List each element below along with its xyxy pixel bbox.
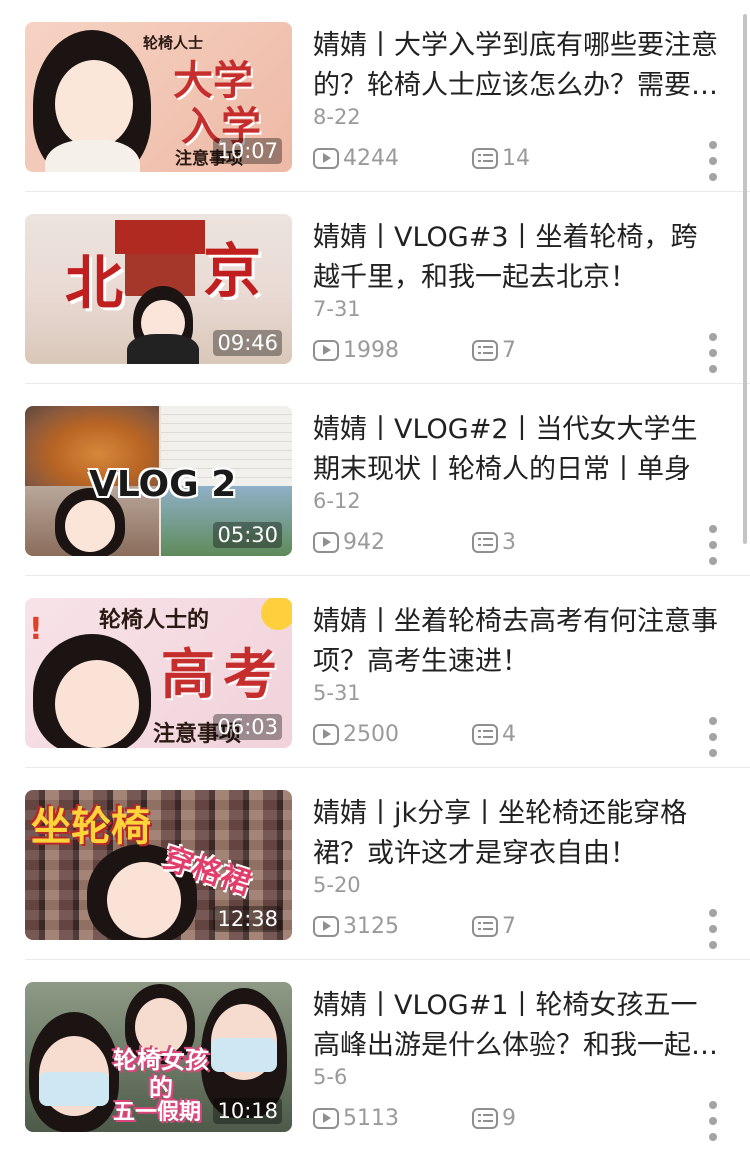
video-duration: 12:38 <box>213 906 282 932</box>
video-date: 6-12 <box>313 489 361 513</box>
video-thumbnail[interactable]: 北 京 09:46 <box>25 214 292 364</box>
play-count: 1998 <box>313 336 399 364</box>
comment-count-value: 7 <box>502 337 516 363</box>
video-title[interactable]: 婧婧丨坐着轮椅去高考有何注意事项？高考生速进！ <box>313 602 723 682</box>
comment-count-value: 9 <box>502 1105 516 1131</box>
video-item[interactable]: ! 轮椅人士的 高 考 注意事项 06:03 婧婧丨坐着轮椅去高考有何注意事项？… <box>0 576 750 768</box>
video-date: 7-31 <box>313 297 361 321</box>
video-date: 5-20 <box>313 873 361 897</box>
video-duration: 05:30 <box>213 522 282 548</box>
video-thumbnail[interactable]: VLOG 2 05:30 <box>25 406 292 556</box>
play-count-icon <box>313 1107 339 1129</box>
thumb-text: VLOG 2 <box>89 464 237 505</box>
play-count-value: 4244 <box>343 145 399 171</box>
video-item[interactable]: VLOG 2 05:30 婧婧丨VLOG#2丨当代女大学生期末现状丨轮椅人的日常… <box>0 384 750 576</box>
video-thumbnail[interactable]: 轮椅人士 大学 入学 注意事项 10:07 <box>25 22 292 172</box>
comment-count: 7 <box>472 912 516 940</box>
thumb-text: 坐轮椅 <box>31 804 151 850</box>
play-count: 2500 <box>313 720 399 748</box>
video-title[interactable]: 婧婧丨VLOG#1丨轮椅女孩五一高峰出游是什么体验？和我一起去玩吧 <box>313 986 723 1066</box>
comment-count: 7 <box>472 336 516 364</box>
thumb-text: 北 <box>65 249 124 317</box>
comment-count-value: 14 <box>502 145 530 171</box>
comment-count-icon <box>472 531 498 553</box>
play-count-icon <box>313 723 339 745</box>
play-count-icon <box>313 531 339 553</box>
video-title[interactable]: 婧婧丨VLOG#2丨当代女大学生期末现状丨轮椅人的日常丨单身 <box>313 410 723 490</box>
play-count-icon <box>313 339 339 361</box>
comment-count: 3 <box>472 528 516 556</box>
video-title[interactable]: 婧婧丨jk分享丨坐轮椅还能穿格裙？或许这才是穿衣自由！ <box>313 794 723 874</box>
comment-count: 14 <box>472 144 530 172</box>
play-count: 942 <box>313 528 385 556</box>
more-options-icon[interactable] <box>707 141 719 181</box>
video-date: 8-22 <box>313 105 361 129</box>
play-count-value: 3125 <box>343 913 399 939</box>
play-count-value: 942 <box>343 529 385 555</box>
comment-count-value: 4 <box>502 721 516 747</box>
video-duration: 10:18 <box>213 1098 282 1124</box>
comment-count-icon <box>472 339 498 361</box>
play-count: 5113 <box>313 1104 399 1132</box>
video-thumbnail[interactable]: ! 轮椅人士的 高 考 注意事项 06:03 <box>25 598 292 748</box>
play-count-value: 1998 <box>343 337 399 363</box>
comment-count-icon <box>472 147 498 169</box>
more-options-icon[interactable] <box>707 333 719 373</box>
comment-count-value: 3 <box>502 529 516 555</box>
more-options-icon[interactable] <box>707 909 719 949</box>
comment-count-icon <box>472 915 498 937</box>
comment-count: 9 <box>472 1104 516 1132</box>
play-count: 3125 <box>313 912 399 940</box>
video-thumbnail[interactable]: 坐轮椅 穿格裙 12:38 <box>25 790 292 940</box>
play-count-value: 2500 <box>343 721 399 747</box>
play-count-value: 5113 <box>343 1105 399 1131</box>
more-options-icon[interactable] <box>707 525 719 565</box>
scrollbar[interactable] <box>743 14 747 544</box>
thumb-text: 京 <box>203 237 262 305</box>
thumb-text: 高 <box>161 643 215 706</box>
comment-count-value: 7 <box>502 913 516 939</box>
video-title[interactable]: 婧婧丨VLOG#3丨坐着轮椅，跨越千里，和我一起去北京！ <box>313 218 723 298</box>
video-item[interactable]: 北 京 09:46 婧婧丨VLOG#3丨坐着轮椅，跨越千里，和我一起去北京！ 7… <box>0 192 750 384</box>
video-duration: 10:07 <box>213 138 282 164</box>
play-count: 4244 <box>313 144 399 172</box>
thumb-text: 五一假期 <box>113 1100 202 1125</box>
comment-count-icon <box>472 1107 498 1129</box>
video-title[interactable]: 婧婧丨大学入学到底有哪些要注意的？轮椅人士应该怎么办？需要准备些什么 <box>313 26 723 106</box>
video-item[interactable]: 轮椅女孩 的 五一假期 10:18 婧婧丨VLOG#1丨轮椅女孩五一高峰出游是什… <box>0 960 750 1151</box>
video-thumbnail[interactable]: 轮椅女孩 的 五一假期 10:18 <box>25 982 292 1132</box>
thumb-text: 考 <box>223 643 277 706</box>
comment-count-icon <box>472 723 498 745</box>
play-count-icon <box>313 915 339 937</box>
video-duration: 06:03 <box>213 714 282 740</box>
play-count-icon <box>313 147 339 169</box>
video-date: 5-6 <box>313 1065 348 1089</box>
comment-count: 4 <box>472 720 516 748</box>
more-options-icon[interactable] <box>707 1101 719 1141</box>
video-item[interactable]: 坐轮椅 穿格裙 12:38 婧婧丨jk分享丨坐轮椅还能穿格裙？或许这才是穿衣自由… <box>0 768 750 960</box>
video-date: 5-31 <box>313 681 361 705</box>
video-duration: 09:46 <box>213 330 282 356</box>
video-item[interactable]: 轮椅人士 大学 入学 注意事项 10:07 婧婧丨大学入学到底有哪些要注意的？轮… <box>0 0 750 192</box>
more-options-icon[interactable] <box>707 717 719 757</box>
